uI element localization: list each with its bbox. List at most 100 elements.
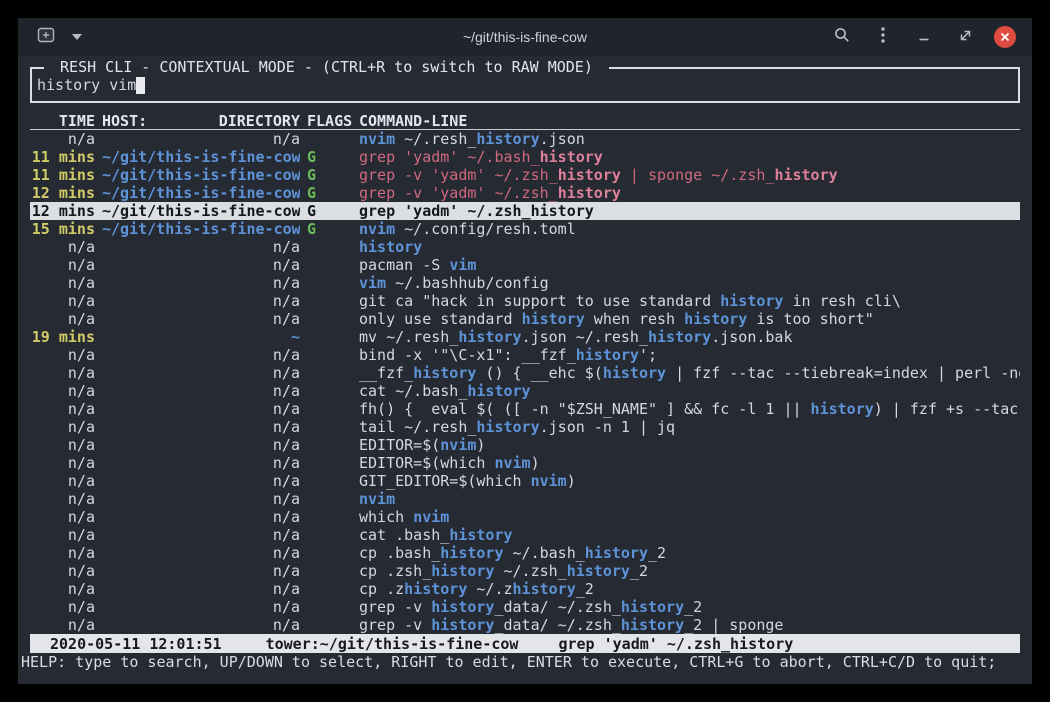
row-command: git ca "hack in support to use standard … [359, 292, 1020, 310]
row-command: cat ~/.bash_history [359, 382, 1020, 400]
history-row[interactable]: n/an/acp .bash_history ~/.bash_history_2 [30, 544, 1020, 562]
row-time: 11 mins [30, 148, 95, 166]
row-command: cp .zhistory ~/.zhistory_2 [359, 580, 1020, 598]
chevron-down-icon [72, 34, 82, 40]
new-tab-dropdown-button[interactable] [65, 25, 89, 49]
history-row[interactable]: n/an/agit ca "hack in support to use sta… [30, 292, 1020, 310]
row-time: n/a [30, 526, 95, 544]
row-flags [307, 382, 352, 400]
row-host: n/a [102, 562, 300, 580]
header-host-directory: HOST: DIRECTORY [102, 112, 300, 129]
history-row[interactable]: n/an/awhich nvim [30, 508, 1020, 526]
row-flags [307, 544, 352, 562]
menu-button[interactable] [871, 25, 895, 49]
status-command: grep 'yadm' ~/.zsh_history [558, 635, 793, 653]
history-row[interactable]: 19 mins~mv ~/.resh_history.json ~/.resh_… [30, 328, 1020, 346]
history-row[interactable]: n/an/apacman -S vim [30, 256, 1020, 274]
history-row[interactable]: n/an/aGIT_EDITOR=$(which nvim) [30, 472, 1020, 490]
search-button[interactable] [830, 25, 854, 49]
row-flags [307, 310, 352, 328]
row-time: n/a [30, 598, 95, 616]
history-row[interactable]: n/an/agrep -v history_data/ ~/.zsh_histo… [30, 616, 1020, 634]
row-host: n/a [102, 598, 300, 616]
row-flags [307, 598, 352, 616]
help-line: HELP: type to search, UP/DOWN to select,… [21, 653, 1020, 671]
row-time: n/a [30, 418, 95, 436]
row-flags: G [307, 148, 352, 166]
row-command: nvim ~/.config/resh.toml [359, 220, 1020, 238]
row-host: n/a [102, 418, 300, 436]
row-time: n/a [30, 274, 95, 292]
row-host: ~ [102, 328, 300, 346]
row-time: n/a [30, 454, 95, 472]
history-row[interactable]: n/an/acat .bash_history [30, 526, 1020, 544]
status-bar: 2020-05-11 12:01:51 tower:~/git/this-is-… [30, 634, 1020, 653]
row-time: n/a [30, 562, 95, 580]
row-flags [307, 364, 352, 382]
row-command: history [359, 238, 1020, 256]
minimize-icon [917, 28, 931, 47]
minimize-button[interactable] [912, 25, 936, 49]
history-row[interactable]: n/an/acat ~/.bash_history [30, 382, 1020, 400]
titlebar: ~/git/this-is-fine-cow [18, 18, 1032, 56]
row-command: nvim ~/.resh_history.json [359, 130, 1020, 148]
terminal-window: ~/git/this-is-fine-cow [18, 18, 1032, 684]
history-row[interactable]: n/an/afh() { eval $( ([ -n "$ZSH_NAME" ]… [30, 400, 1020, 418]
new-tab-icon [37, 26, 56, 48]
maximize-button[interactable] [953, 25, 977, 49]
row-command: vim ~/.bashhub/config [359, 274, 1020, 292]
history-row[interactable]: n/a n/a vim ~/.bashhub/config [30, 274, 1020, 292]
row-time: n/a [30, 310, 95, 328]
history-table: TIME HOST: DIRECTORY FLAGS COMMAND-LINE … [30, 112, 1020, 634]
row-command: which nvim [359, 508, 1020, 526]
history-row[interactable]: n/a n/a EDITOR=$(which nvim) [30, 454, 1020, 472]
history-row[interactable]: n/a n/a nvim ~/.resh_history.json [30, 130, 1020, 148]
history-row[interactable]: n/an/anvim [30, 490, 1020, 508]
row-command: pacman -S vim [359, 256, 1020, 274]
search-icon [833, 26, 851, 48]
search-query-input[interactable]: history vim [37, 76, 145, 94]
history-row[interactable]: 11 mins~/git/this-is-fine-cowGgrep 'yadm… [30, 148, 1020, 166]
row-command: cp .bash_history ~/.bash_history_2 [359, 544, 1020, 562]
row-host: n/a [102, 526, 300, 544]
new-tab-button[interactable] [34, 25, 58, 49]
row-host: n/a [102, 274, 300, 292]
header-host: HOST: [102, 112, 147, 129]
history-row[interactable]: n/an/aonly use standard history when res… [30, 310, 1020, 328]
row-flags [307, 238, 352, 256]
history-row[interactable]: n/an/acp .zhistory ~/.zhistory_2 [30, 580, 1020, 598]
history-row[interactable]: n/an/ahistory [30, 238, 1020, 256]
history-row[interactable]: 15 mins~/git/this-is-fine-cowGnvim ~/.co… [30, 220, 1020, 238]
history-row[interactable]: n/an/aEDITOR=$(nvim) [30, 436, 1020, 454]
history-row[interactable]: 12 mins~/git/this-is-fine-cowGgrep 'yadm… [30, 202, 1020, 220]
row-time: n/a [30, 382, 95, 400]
history-row[interactable]: n/an/abind -x '"\C-x1": __fzf_history'; [30, 346, 1020, 364]
row-host: ~/git/this-is-fine-cow [102, 148, 300, 166]
row-command: grep -v history_data/ ~/.zsh_history_2 |… [359, 616, 1020, 634]
close-button[interactable] [994, 26, 1016, 48]
history-row[interactable]: n/an/acp .zsh_history ~/.zsh_history_2 [30, 562, 1020, 580]
row-flags: G [307, 220, 352, 238]
header-command-line: COMMAND-LINE [359, 112, 1020, 129]
row-flags [307, 256, 352, 274]
row-command: nvim [359, 490, 1020, 508]
row-time: n/a [30, 616, 95, 634]
history-row[interactable]: 12 mins~/git/this-is-fine-cowGgrep -v 'y… [30, 184, 1020, 202]
row-flags [307, 580, 352, 598]
row-command: EDITOR=$(which nvim) [359, 454, 1020, 472]
history-row[interactable]: n/an/atail ~/.resh_history.json -n 1 | j… [30, 418, 1020, 436]
close-icon [999, 28, 1011, 47]
row-host: n/a [102, 256, 300, 274]
row-time: 12 mins [30, 202, 95, 220]
history-row[interactable]: 11 mins~/git/this-is-fine-cowGgrep -v 'y… [30, 166, 1020, 184]
row-time: n/a [30, 544, 95, 562]
row-time: n/a [30, 130, 95, 148]
row-host: n/a [102, 454, 300, 472]
history-row[interactable]: n/an/agrep -v history_data/ ~/.zsh_histo… [30, 598, 1020, 616]
row-time: n/a [30, 508, 95, 526]
row-host: n/a [102, 130, 300, 148]
row-time: n/a [30, 436, 95, 454]
history-row[interactable]: n/an/a__fzf_history () { __ehc $(history… [30, 364, 1020, 382]
header-flags: FLAGS [307, 112, 352, 129]
row-time: n/a [30, 490, 95, 508]
